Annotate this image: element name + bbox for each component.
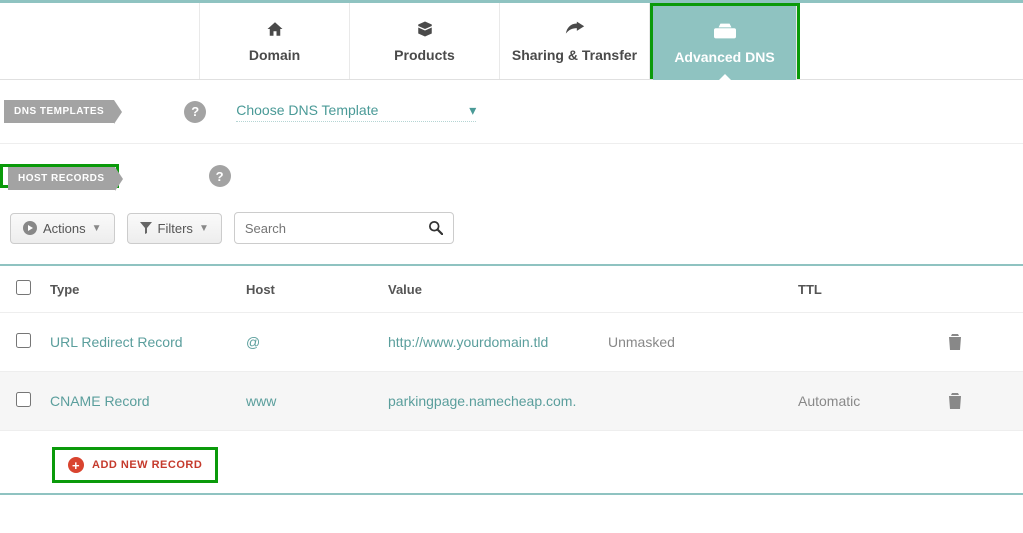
add-new-record-button[interactable]: + ADD NEW RECORD <box>56 451 214 479</box>
filters-label: Filters <box>158 221 193 236</box>
help-icon[interactable]: ? <box>209 165 231 187</box>
cell-mask[interactable]: Unmasked <box>608 334 798 350</box>
share-icon <box>564 19 586 39</box>
select-all-checkbox[interactable] <box>16 280 31 295</box>
tab-label: Products <box>394 47 455 63</box>
dns-template-select[interactable]: Choose DNS Template ▾ <box>236 102 476 122</box>
top-tabs: Domain Products Sharing & Transfer Advan… <box>0 0 1023 80</box>
cell-host[interactable]: www <box>246 393 388 409</box>
search-input[interactable] <box>245 221 429 236</box>
box-icon <box>415 19 435 39</box>
cell-type[interactable]: URL Redirect Record <box>50 334 246 350</box>
cell-value[interactable]: parkingpage.namecheap.com. <box>388 393 608 409</box>
tab-label: Sharing & Transfer <box>512 47 637 63</box>
tab-label: Advanced DNS <box>674 49 774 65</box>
records-toolbar: Actions ▼ Filters ▼ <box>0 196 1023 264</box>
cell-host[interactable]: @ <box>246 334 388 350</box>
header-host: Host <box>246 282 388 297</box>
toolbox-icon <box>714 21 736 41</box>
add-record-row: + ADD NEW RECORD <box>0 431 1023 495</box>
row-checkbox[interactable] <box>16 392 31 407</box>
row-checkbox[interactable] <box>16 333 31 348</box>
chevron-down-icon: ▼ <box>199 223 209 234</box>
tabs-spacer <box>0 3 200 79</box>
host-records-label: HOST RECORDS <box>8 167 115 190</box>
help-icon[interactable]: ? <box>184 101 206 123</box>
highlight-add-record: + ADD NEW RECORD <box>52 447 218 483</box>
tab-sharing[interactable]: Sharing & Transfer <box>500 3 650 79</box>
tab-label: Domain <box>249 47 300 63</box>
tab-domain[interactable]: Domain <box>200 3 350 79</box>
delete-button[interactable] <box>948 334 988 350</box>
dns-templates-section: DNS TEMPLATES ? Choose DNS Template ▾ <box>0 80 1023 144</box>
actions-label: Actions <box>43 221 86 236</box>
tab-advanced-dns[interactable]: Advanced DNS <box>653 6 797 80</box>
cell-ttl[interactable]: Automatic <box>798 393 948 409</box>
tab-products[interactable]: Products <box>350 3 500 79</box>
delete-button[interactable] <box>948 393 988 409</box>
cell-type[interactable]: CNAME Record <box>50 393 246 409</box>
search-box[interactable] <box>234 212 454 244</box>
highlight-advanced-tab: Advanced DNS <box>650 3 800 79</box>
table-row: URL Redirect Record @ http://www.yourdom… <box>0 313 1023 372</box>
actions-button[interactable]: Actions ▼ <box>10 213 115 244</box>
chevron-down-icon: ▼ <box>92 223 102 234</box>
host-records-section: HOST RECORDS ? <box>0 144 1023 196</box>
cell-value[interactable]: http://www.yourdomain.tld <box>388 334 608 350</box>
add-new-label: ADD NEW RECORD <box>92 459 202 471</box>
table-row: CNAME Record www parkingpage.namecheap.c… <box>0 372 1023 431</box>
dns-template-text: Choose DNS Template <box>236 102 378 118</box>
header-ttl: TTL <box>798 282 948 297</box>
highlight-host-records: HOST RECORDS <box>0 164 119 188</box>
chevron-down-icon: ▾ <box>469 102 476 119</box>
filters-button[interactable]: Filters ▼ <box>127 213 222 244</box>
plus-icon: + <box>68 457 84 473</box>
search-icon <box>429 221 443 235</box>
header-type: Type <box>50 282 246 297</box>
dns-templates-label: DNS TEMPLATES <box>4 100 114 123</box>
header-value: Value <box>388 282 608 297</box>
home-icon <box>265 19 285 39</box>
play-icon <box>23 221 37 235</box>
table-header: Type Host Value TTL <box>0 266 1023 313</box>
filter-icon <box>140 222 152 234</box>
records-table: Type Host Value TTL URL Redirect Record … <box>0 264 1023 495</box>
